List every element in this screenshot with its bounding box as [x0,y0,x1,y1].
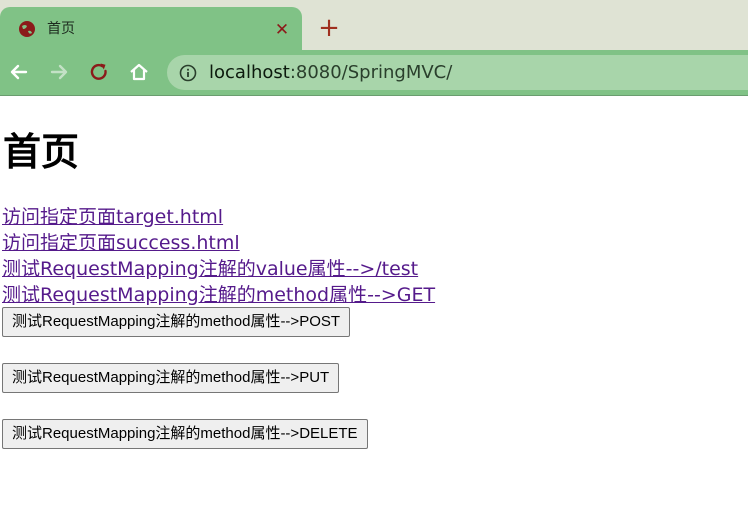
link-test-get[interactable]: 测试RequestMapping注解的method属性-->GET [2,282,435,308]
url-path: :8080/SpringMVC/ [289,62,453,83]
forward-arrow-icon[interactable] [46,59,72,85]
link-test-value[interactable]: 测试RequestMapping注解的value属性-->/test [2,256,435,282]
close-icon[interactable]: ✕ [270,18,294,42]
link-target-html[interactable]: 访问指定页面target.html [2,204,435,230]
globe-icon [18,20,36,38]
address-bar[interactable]: localhost:8080/SpringMVC/ [167,55,748,90]
link-list: 访问指定页面target.html 访问指定页面success.html 测试R… [2,204,435,308]
reload-icon[interactable] [86,59,112,85]
tab-strip: 首页 ✕ + [0,0,748,50]
tab-title: 首页 [47,21,75,37]
browser-toolbar: localhost:8080/SpringMVC/ [0,50,748,96]
back-arrow-icon[interactable] [6,59,32,85]
post-submit-button[interactable]: 测试RequestMapping注解的method属性-->POST [2,307,351,337]
plus-icon[interactable]: + [314,14,344,44]
home-icon[interactable] [126,59,152,85]
link-success-html[interactable]: 访问指定页面success.html [2,230,435,256]
url-host: localhost [209,62,290,83]
put-submit-button[interactable]: 测试RequestMapping注解的method属性-->PUT [2,363,340,393]
delete-submit-button[interactable]: 测试RequestMapping注解的method属性-->DELETE [2,419,368,449]
info-icon[interactable] [179,64,197,82]
active-tab[interactable]: 首页 ✕ [0,7,302,50]
page-title: 首页 [3,130,80,174]
url-text[interactable]: localhost:8080/SpringMVC/ [209,55,452,90]
